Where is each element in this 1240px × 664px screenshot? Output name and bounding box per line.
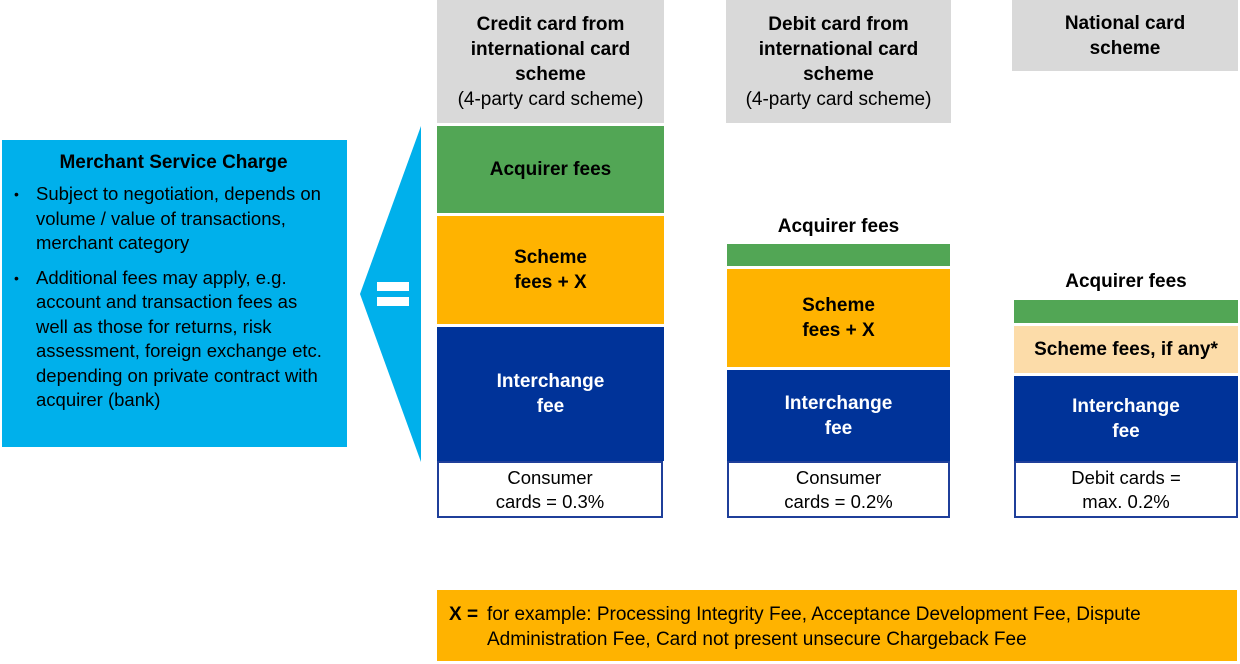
scheme-fees-if-any-block: Scheme fees, if any* <box>1014 326 1238 373</box>
msc-bullet-list: • Subject to negotiation, depends on vol… <box>14 182 333 413</box>
bullet-icon: • <box>14 186 19 202</box>
header-title-line: National card <box>1064 12 1186 34</box>
acquirer-fees-label: Acquirer fees <box>489 159 612 180</box>
interchange-fee-block: Interchange fee <box>1014 376 1238 462</box>
msc-title: Merchant Service Charge <box>59 152 288 173</box>
header-title-line: international card <box>470 38 631 60</box>
footnote-box: X = for example: Processing Integrity Fee… <box>437 590 1237 661</box>
scheme-fees-line: Scheme <box>514 247 587 268</box>
cap-line: cards = 0.2% <box>784 490 893 512</box>
bullet-icon: • <box>14 269 19 286</box>
footnote-text: for example: Processing Integrity Fee, A… <box>487 604 1141 625</box>
header-credit-card: Credit card from international card sche… <box>437 0 664 123</box>
interchange-fee-line: Interchange <box>496 371 605 392</box>
interchange-fee-block: Interchange fee <box>437 327 664 461</box>
interchange-fee-line: Interchange <box>784 393 893 414</box>
scheme-fees-block: Scheme fees + X <box>437 216 664 324</box>
footnote-line-2: Administration Fee, Card not present uns… <box>487 629 1027 650</box>
equals-icon-top-bar <box>377 282 409 291</box>
header-title-line: Debit card from <box>768 13 909 35</box>
cap-line: max. 0.2% <box>1082 490 1170 512</box>
acquirer-fees-block <box>1014 300 1238 323</box>
interchange-fee-line: fee <box>824 418 853 439</box>
cap-line: Consumer <box>795 466 882 488</box>
acquirer-fees-block <box>727 244 950 266</box>
cap-line: Consumer <box>507 466 593 488</box>
cap-line: Debit cards = <box>1071 466 1181 488</box>
header-debit-card: Debit card from international card schem… <box>726 0 951 123</box>
acquirer-fees-block: Acquirer fees <box>437 126 664 213</box>
acquirer-fees-label: Acquirer fees <box>777 216 900 237</box>
footnote-line-1: X = for example: Processing Integrity Fee… <box>449 602 1237 627</box>
cap-line: cards = 0.3% <box>495 490 605 512</box>
header-title-line: scheme <box>1089 37 1161 59</box>
footnote-key: X = <box>449 604 479 625</box>
header-title-line: international card <box>758 38 919 60</box>
scheme-fees-line: fees + X <box>514 272 587 293</box>
equals-icon-bottom-bar <box>377 297 409 306</box>
triangle-shape <box>360 126 421 462</box>
msc-bullet-text: Additional fees may apply, e.g. account … <box>36 266 322 411</box>
interchange-fee-block: Interchange fee <box>727 370 950 462</box>
interchange-cap-box: Debit cards = max. 0.2% <box>1014 461 1238 518</box>
merchant-service-charge-box: Merchant Service Charge • Subject to neg… <box>2 140 347 447</box>
header-national-card-scheme: National card scheme <box>1012 0 1238 71</box>
header-title-line: scheme <box>515 63 586 85</box>
scheme-fees-block: Scheme fees + X <box>727 269 950 367</box>
header-subtitle: (4-party card scheme) <box>457 88 644 110</box>
interchange-cap-box: Consumer cards = 0.2% <box>727 461 950 518</box>
interchange-fee-line: fee <box>1112 421 1140 442</box>
header-title-line: scheme <box>803 63 874 85</box>
equals-connector-triangle <box>360 126 421 462</box>
msc-bullet-item: • Additional fees may apply, e.g. accoun… <box>14 266 333 413</box>
scheme-fees-line: Scheme fees, if any* <box>1034 339 1218 360</box>
acquirer-fees-label: Acquirer fees <box>1065 271 1187 292</box>
msc-bullet-text: Subject to negotiation, depends on volum… <box>36 183 321 253</box>
interchange-fee-line: fee <box>536 396 565 417</box>
scheme-fees-line: fees + X <box>802 320 875 341</box>
msc-bullet-item: • Subject to negotiation, depends on vol… <box>14 182 333 256</box>
header-subtitle: (4-party card scheme) <box>745 88 932 110</box>
header-title-line: Credit card from <box>476 13 625 35</box>
scheme-fees-line: Scheme <box>802 295 875 316</box>
interchange-fee-line: Interchange <box>1072 396 1180 417</box>
interchange-cap-box: Consumer cards = 0.3% <box>437 461 663 518</box>
